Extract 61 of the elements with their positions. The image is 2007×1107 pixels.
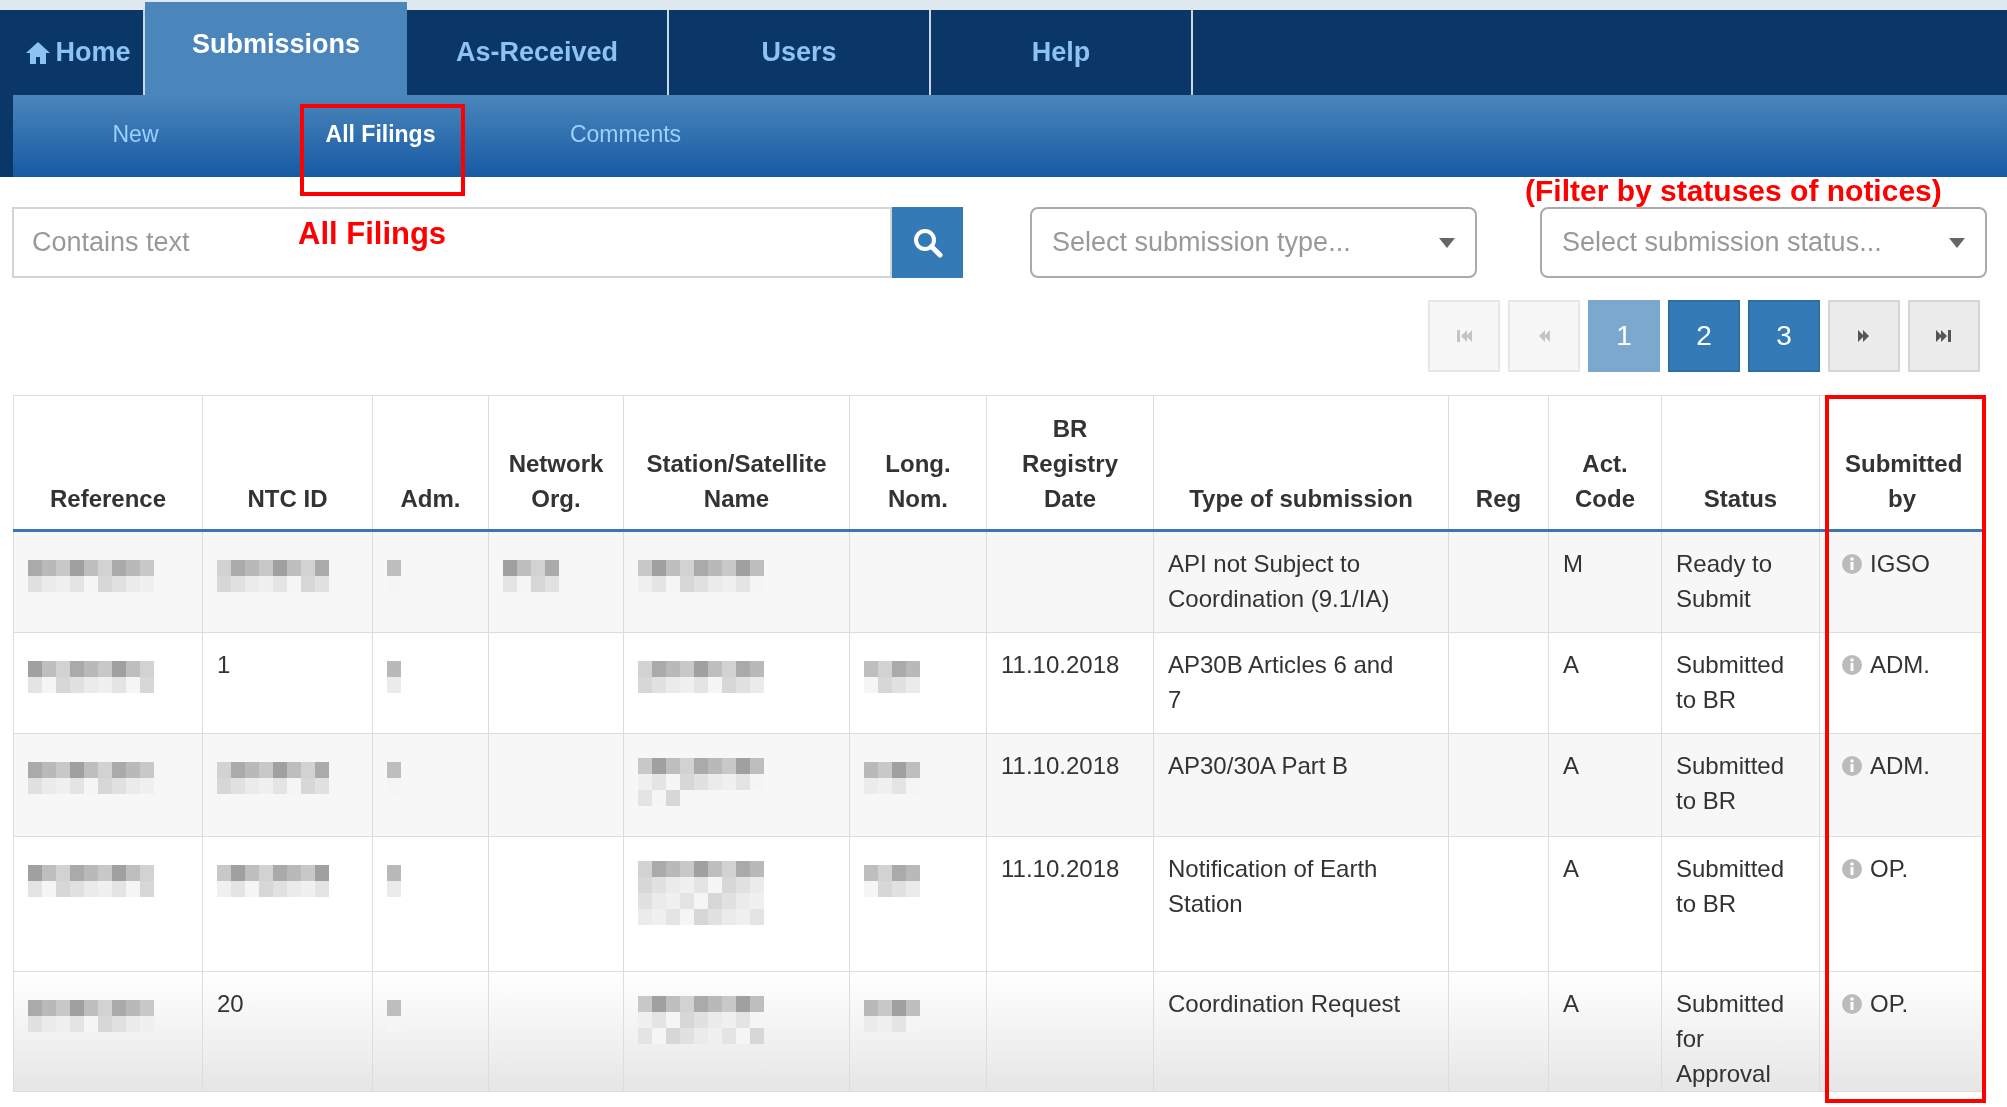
search-icon <box>912 227 943 258</box>
blurred-text <box>503 559 559 592</box>
blurred-text <box>864 761 920 794</box>
cell-text: IGSO <box>1870 549 1930 579</box>
cell-text: A <box>1563 855 1579 882</box>
annotation-label: All Filings <box>298 215 447 253</box>
caret-icon <box>1949 237 1965 248</box>
home-icon <box>25 39 52 66</box>
cell-text: M <box>1563 550 1583 577</box>
caret-icon <box>1439 237 1455 248</box>
nav-tab[interactable]: Users <box>669 10 931 95</box>
cell-text: ADM. <box>1870 650 1930 680</box>
page-button[interactable]: 2 <box>1668 300 1740 372</box>
cell-text: 11.10.2018 <box>1001 752 1120 779</box>
cell-text: A <box>1563 651 1579 678</box>
blurred-text <box>864 864 920 897</box>
cell-text: Notification of Earth Station <box>1168 855 1378 917</box>
search-button[interactable] <box>892 207 963 278</box>
cell-text: ADM. <box>1870 751 1930 781</box>
info-icon <box>1842 858 1862 879</box>
cell-text: 11.10.2018 <box>1001 651 1120 678</box>
info-icon <box>1842 755 1862 776</box>
select-placeholder: Select submission type... <box>1052 226 1351 260</box>
cell-text: A <box>1563 990 1579 1017</box>
cell-text: Submitted to BR <box>1676 651 1785 713</box>
cell-text: Submitted to BR <box>1676 855 1785 917</box>
cell-text: OP. <box>1870 989 1909 1019</box>
cell-text: 20 <box>217 990 244 1017</box>
next-page-button[interactable] <box>1828 300 1900 372</box>
blurred-text <box>864 999 920 1032</box>
cell-text: AP30B Articles 6 and 7 <box>1168 651 1394 713</box>
cell-text: Submitted for Approval <box>1676 990 1785 1087</box>
cell-text: Ready to Submit <box>1676 550 1773 612</box>
info-icon <box>1842 993 1862 1014</box>
page-button[interactable]: 3 <box>1748 300 1820 372</box>
cell-text: OP. <box>1870 854 1909 884</box>
last-page-button[interactable] <box>1908 300 1980 372</box>
blurred-text <box>387 999 401 1032</box>
cell-text: API not Subject to Coordination (9.1/IA) <box>1168 550 1390 612</box>
blurred-text <box>864 660 920 693</box>
blurred-text <box>387 864 401 897</box>
info-icon <box>1842 553 1862 574</box>
blurred-text <box>387 761 401 794</box>
cell-text: 11.10.2018 <box>1001 855 1120 882</box>
cell-text: Coordination Request <box>1168 990 1401 1017</box>
blurred-text <box>387 559 401 592</box>
cell-text: A <box>1563 752 1579 779</box>
cell-text: Submitted to BR <box>1676 752 1785 814</box>
cell-text: 1 <box>217 651 231 678</box>
subnav-link[interactable]: All Filings <box>325 117 436 147</box>
blurred-text <box>387 660 401 693</box>
select-placeholder: Select submission status... <box>1562 226 1882 260</box>
nav-tab[interactable]: Home <box>13 10 145 95</box>
nav-tab[interactable]: Help <box>931 10 1193 95</box>
first-page-icon <box>1455 328 1473 344</box>
nav-tab[interactable]: As-Received <box>407 10 669 95</box>
info-icon <box>1842 654 1862 675</box>
annotation-label: (Filter by statuses of notices) <box>1525 175 1942 207</box>
cell-text: AP30/30A Part B <box>1168 752 1349 779</box>
last-page-icon <box>1935 328 1953 344</box>
nav-tab[interactable]: Submissions <box>145 2 407 95</box>
